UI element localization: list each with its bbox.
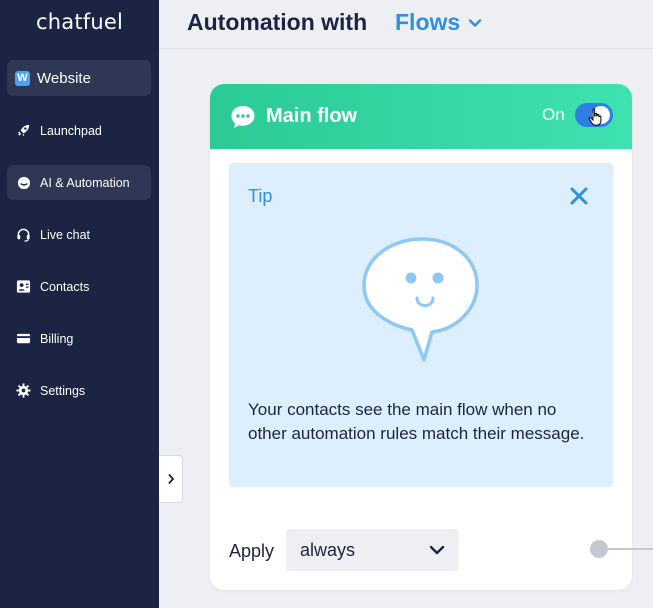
apply-select-value: always — [300, 539, 356, 560]
sidebar-item-live-chat[interactable]: Live chat — [7, 217, 151, 252]
toggle-label: On — [542, 105, 565, 124]
bot-icon — [16, 175, 31, 190]
card-header: Main flow On — [210, 84, 632, 149]
tip-text: Your contacts see the main flow when no … — [248, 400, 585, 443]
sidebar-item-ai-automation[interactable]: AI & Automation — [7, 165, 151, 200]
workspace-selector[interactable]: W Website — [7, 60, 151, 96]
flows-dropdown-label: Flows — [395, 9, 461, 35]
flow-connector-line — [608, 548, 632, 550]
workspace-badge: W — [15, 70, 30, 86]
sidebar-item-label: AI & Automation — [40, 175, 130, 190]
chevron-down-icon — [468, 18, 482, 27]
chevron-right-icon — [167, 473, 174, 485]
chevron-down-icon — [429, 545, 445, 555]
tip-label: Tip — [248, 186, 273, 206]
sidebar-item-launchpad[interactable]: Launchpad — [7, 113, 151, 148]
flow-connector-handle[interactable] — [590, 540, 608, 558]
card-title: Main flow — [266, 105, 358, 127]
sidebar-item-label: Contacts — [40, 279, 90, 294]
apply-label: Apply — [229, 541, 275, 561]
sidebar-item-label: Billing — [40, 331, 74, 346]
headset-icon — [16, 227, 31, 242]
page-header: Automation with Flows — [159, 0, 653, 49]
gear-icon — [16, 383, 31, 398]
close-icon[interactable] — [569, 186, 589, 211]
hand-cursor-icon — [588, 108, 604, 131]
rocket-icon — [16, 123, 31, 138]
contacts-icon — [16, 279, 31, 294]
card-icon — [16, 331, 31, 346]
sidebar-item-label: Live chat — [40, 227, 91, 242]
page-title: Automation with — [187, 9, 368, 35]
apply-select[interactable]: always — [286, 529, 459, 571]
speech-bubble-illustration — [352, 233, 492, 378]
sidebar: chatfuel W Website Launchpad AI & Automa… — [0, 0, 159, 608]
flows-dropdown[interactable]: Flows — [395, 9, 482, 36]
workspace-label: Website — [37, 69, 91, 87]
sidebar-item-billing[interactable]: Billing — [7, 321, 151, 356]
sidebar-item-label: Settings — [40, 383, 86, 398]
sidebar-item-settings[interactable]: Settings — [7, 373, 151, 408]
sidebar-item-contacts[interactable]: Contacts — [7, 269, 151, 304]
flow-connector-line-ext — [632, 548, 653, 550]
tip-panel: Tip Your contacts see the main flow when… — [229, 163, 613, 487]
main-flow-card: Main flow On Tip Your contacts see the m… — [210, 84, 632, 590]
chatfuel-logo[interactable]: chatfuel — [36, 10, 123, 34]
chat-bubble-icon — [230, 105, 256, 134]
sidebar-expand-button[interactable] — [159, 455, 183, 503]
sidebar-item-label: Launchpad — [40, 123, 102, 138]
